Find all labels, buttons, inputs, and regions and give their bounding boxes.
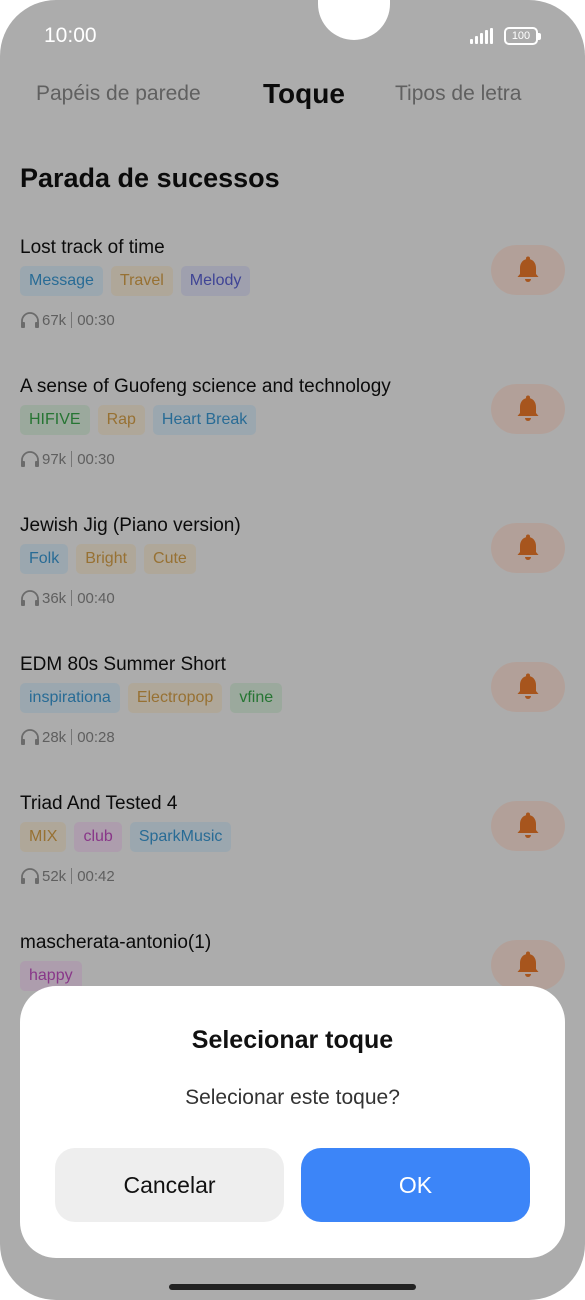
dialog-message: Selecionar este toque?	[185, 1086, 400, 1109]
home-indicator[interactable]	[169, 1284, 416, 1290]
ok-button[interactable]: OK	[301, 1148, 530, 1222]
camera-notch	[318, 0, 390, 40]
cancel-button[interactable]: Cancelar	[55, 1148, 284, 1222]
status-bar: 10:00 100	[0, 0, 585, 70]
battery-icon: 100	[504, 27, 541, 45]
phone-frame: Papéis de parede Toque Tipos de letra Pa…	[0, 0, 585, 1300]
status-time: 10:00	[44, 24, 97, 47]
select-ringtone-dialog: Selecionar toque Selecionar este toque? …	[20, 986, 565, 1258]
dialog-title: Selecionar toque	[191, 1026, 394, 1054]
signal-icon	[470, 28, 496, 44]
